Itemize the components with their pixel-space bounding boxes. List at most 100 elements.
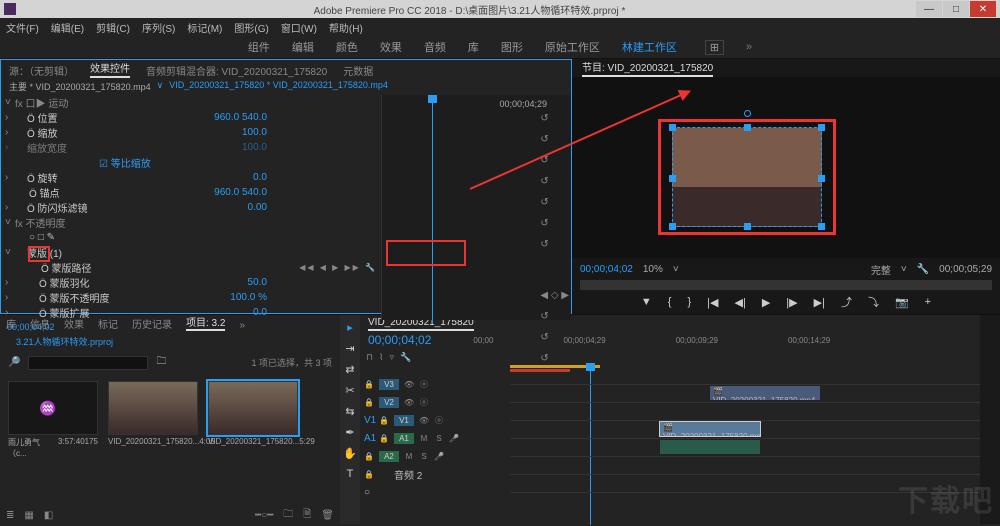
ws-tab[interactable]: 库 — [468, 39, 479, 55]
pj-tab[interactable]: 库 — [6, 316, 16, 331]
timeline-clip-selected[interactable]: 🎬 VID_20200321_175820.mp4 ▫ — [660, 422, 760, 436]
ws-tab[interactable]: 效果 — [380, 39, 402, 55]
ws-tab[interactable]: 编辑 — [292, 39, 314, 55]
extract-icon[interactable]: ⤵ — [868, 294, 879, 310]
type-tool-icon[interactable]: T — [347, 468, 354, 480]
reset-icon[interactable]: ↺ — [540, 134, 569, 145]
prop-position[interactable]: Ö 位置 — [27, 110, 58, 125]
bin-item[interactable]: VID_20200321_175820...4:05 — [108, 381, 198, 459]
reset-icon[interactable]: ↺ — [540, 311, 569, 322]
menu-graphics[interactable]: 图形(G) — [234, 20, 268, 35]
search-input[interactable] — [28, 356, 148, 370]
mark-in-icon[interactable]: ▼ — [641, 296, 652, 308]
snap-icon[interactable]: ⊓ — [366, 352, 373, 363]
program-tc[interactable]: 00;00;04;02 — [580, 264, 633, 275]
menu-edit[interactable]: 编辑(E) — [51, 20, 84, 35]
ws-tab[interactable]: 图形 — [501, 39, 523, 55]
export-frame-icon[interactable]: 📷 — [895, 296, 909, 309]
lock-icon[interactable]: 🔒 — [364, 470, 374, 479]
reset-icon[interactable]: ↺ — [540, 239, 569, 250]
reset-icon[interactable]: ↺ — [540, 218, 569, 229]
step-fwd-icon[interactable]: |▶ — [786, 296, 797, 309]
slip-tool-icon[interactable]: ⇆ — [345, 405, 354, 418]
timeline-clip[interactable]: 🎬 VID_20200321_175820.mp4 — [710, 386, 820, 400]
timeline-tc[interactable]: 00;00;04;02 — [368, 333, 431, 347]
track-v1[interactable]: V1 — [394, 415, 414, 426]
prop-anchor[interactable]: Ö 锚点 — [29, 185, 60, 200]
freeform-view-icon[interactable]: ◧ — [44, 510, 53, 521]
play-icon[interactable]: ▶ — [762, 296, 770, 309]
goto-in-icon[interactable]: |◀ — [707, 296, 718, 309]
reset-icon[interactable]: ↺ — [540, 353, 569, 364]
lift-icon[interactable]: ⤴ — [841, 294, 852, 310]
mask-tools[interactable]: ○ □ ✎ — [29, 232, 55, 243]
program-scrubber[interactable] — [580, 280, 992, 290]
panel-tab-source[interactable]: 源：（无剪辑） — [9, 63, 74, 78]
new-bin-icon[interactable]: 🗀 — [283, 507, 293, 524]
time-ruler[interactable]: 00;0000;00;04;2900;00;09;2900;00;14;29 — [443, 336, 972, 345]
val-maskfeather[interactable]: 50.0 — [248, 277, 267, 288]
zoom-slider[interactable]: ━○━ — [255, 510, 273, 521]
fx-opacity[interactable]: fx 不透明度 — [15, 215, 66, 230]
ws-tab[interactable]: 音频 — [424, 39, 446, 55]
work-area[interactable] — [510, 369, 570, 372]
pen-tool-icon[interactable]: ✒ — [345, 426, 354, 439]
hand-tool-icon[interactable]: ✋ — [343, 447, 357, 460]
val-scale[interactable]: 100.0 — [242, 127, 267, 138]
prop-rotation[interactable]: Ö 旋转 — [27, 170, 58, 185]
pj-tab-project[interactable]: 项目: 3.2 — [186, 314, 225, 331]
wrench-icon[interactable]: 🔧 — [917, 264, 929, 275]
pj-tab[interactable]: 效果 — [64, 316, 84, 331]
val-rotation[interactable]: 0.0 — [253, 172, 267, 183]
pj-tab[interactable]: 信息 — [30, 316, 50, 331]
val-maskopacity[interactable]: 100.0 % — [230, 292, 267, 303]
fx-motion[interactable]: fx 口▶ 运动 — [15, 95, 68, 110]
step-back-icon[interactable]: ◀| — [735, 296, 746, 309]
pj-tab[interactable]: 标记 — [98, 316, 118, 331]
prop-antiflicker[interactable]: Ö 防闪烁滤镜 — [27, 200, 88, 215]
bin-item[interactable]: ♒ 雨儿勇气（c...3:57:40175 — [8, 381, 98, 459]
settings-icon[interactable]: 🔧 — [400, 352, 411, 363]
prop-maskfeather[interactable]: Ö 蒙版羽化 — [39, 275, 90, 290]
track-a1[interactable]: A1 — [394, 433, 414, 444]
menu-mark[interactable]: 标记(M) — [187, 20, 222, 35]
ws-tab[interactable]: 原始工作区 — [545, 39, 600, 55]
lock-icon[interactable]: 🔒 — [364, 380, 374, 389]
menu-sequence[interactable]: 序列(S) — [142, 20, 175, 35]
menu-window[interactable]: 窗口(W) — [281, 20, 317, 35]
menu-help[interactable]: 帮助(H) — [329, 20, 363, 35]
razor-tool-icon[interactable]: ✂ — [345, 384, 354, 397]
filter-bin-icon[interactable]: 🗀 — [156, 354, 166, 371]
preview-area[interactable] — [572, 77, 1000, 258]
link-icon[interactable]: ⌇ — [379, 352, 383, 363]
val-position[interactable]: 960.0 540.0 — [214, 112, 267, 123]
effect-timeline[interactable]: 00;00;04;29 ↺ ↺ ↺ ↺ ↺ ↺ ↺ ◀ ◇ ▶ ↺ ↺ ↺ — [381, 95, 571, 320]
chk-uniform[interactable]: ☑ 等比缩放 — [99, 155, 151, 170]
track-select-tool-icon[interactable]: ⇥ — [345, 342, 354, 355]
marker-icon[interactable]: ▿ — [389, 352, 394, 363]
timeline-clip-audio[interactable] — [660, 440, 760, 454]
bin-item-selected[interactable]: VID_20200321_175820...5:29 — [208, 381, 298, 459]
panel-tab-audiomixer[interactable]: 音频剪辑混合器: VID_20200321_175820 — [146, 63, 327, 78]
list-view-icon[interactable]: ≣ — [6, 510, 14, 521]
prop-scale[interactable]: Ö 缩放 — [27, 125, 58, 140]
panel-tab-metadata[interactable]: 元数据 — [343, 63, 373, 78]
trash-icon[interactable]: 🗑 — [321, 510, 334, 521]
lock-icon[interactable]: 🔒 — [379, 416, 389, 425]
panel-tab-effectcontrols[interactable]: 效果控件 — [90, 60, 130, 78]
pj-tab[interactable]: 历史记录 — [132, 316, 172, 331]
vis-icon[interactable]: 👁 — [419, 416, 429, 425]
mark-out-icon[interactable]: { — [668, 296, 672, 308]
ws-more-icon[interactable]: » — [746, 41, 752, 53]
prop-maskpath[interactable]: Ö 蒙版路径 — [41, 260, 92, 275]
search-icon[interactable]: 🔎 — [8, 357, 20, 368]
mask-overlay[interactable] — [672, 127, 822, 227]
program-tab[interactable]: 节目: VID_20200321_175820 — [582, 59, 713, 77]
lock-icon[interactable]: 🔒 — [364, 452, 374, 461]
ws-tab-active[interactable]: 林建工作区 — [622, 39, 677, 55]
quality-select[interactable]: 完整 — [871, 262, 891, 277]
lock-icon[interactable]: 🔒 — [379, 434, 389, 443]
icon-view-icon[interactable]: ▦ — [24, 510, 33, 521]
pj-more-icon[interactable]: » — [239, 320, 245, 331]
track-v2[interactable]: V2 — [379, 397, 399, 408]
